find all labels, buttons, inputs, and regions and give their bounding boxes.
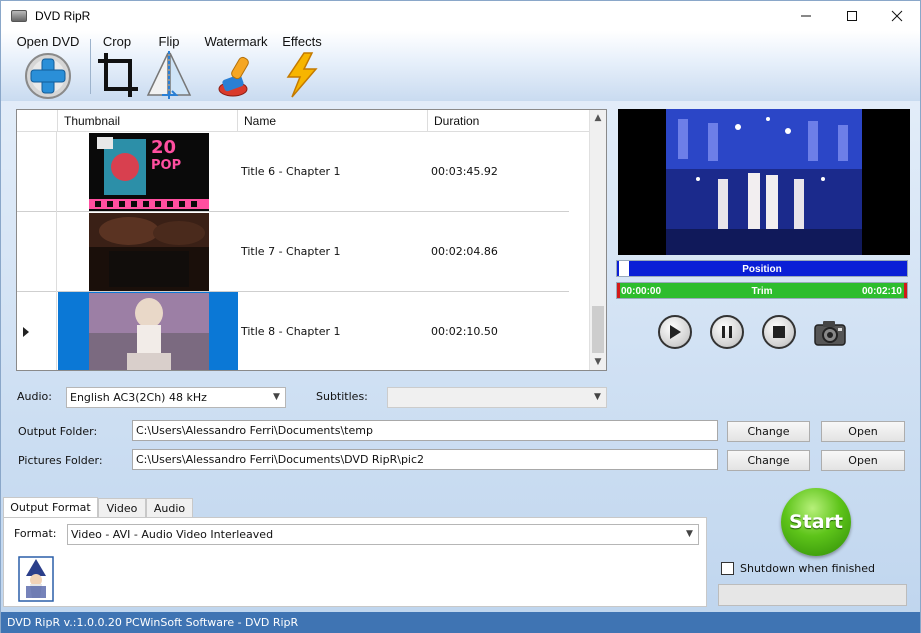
tab-output-format[interactable]: Output Format xyxy=(3,497,98,518)
thumbnail-image xyxy=(89,213,209,291)
row-selector[interactable] xyxy=(17,132,57,212)
thumbnail-cell: 20 POP xyxy=(58,132,238,212)
open-pictures-button[interactable]: Open xyxy=(821,450,905,471)
play-icon xyxy=(670,325,681,339)
pictures-folder-label: Pictures Folder: xyxy=(18,454,103,467)
watermark-button[interactable]: Watermark xyxy=(201,34,271,99)
format-value: Video - AVI - Audio Video Interleaved xyxy=(71,528,274,541)
start-label: Start xyxy=(788,511,844,533)
flip-icon xyxy=(146,51,192,99)
current-row-arrow-icon xyxy=(23,327,29,337)
row-name: Title 7 - Chapter 1 xyxy=(241,245,341,258)
tab-video[interactable]: Video xyxy=(98,498,146,518)
status-bar: DVD RipR v.:1.0.0.20 PCWinSoft Software … xyxy=(1,612,920,633)
change-pictures-button[interactable]: Change xyxy=(727,450,810,471)
audio-select[interactable]: English AC3(2Ch) 48 kHz ▼ xyxy=(66,387,286,408)
svg-text:POP: POP xyxy=(151,158,181,173)
grid-header-selector xyxy=(17,110,58,132)
chevron-down-icon: ▼ xyxy=(273,392,280,402)
crop-button[interactable]: Crop xyxy=(96,34,138,99)
row-duration: 00:02:10.50 xyxy=(431,325,498,338)
row-name: Title 6 - Chapter 1 xyxy=(241,165,341,178)
app-window: DVD RipR Open DVD Crop Flip Watermark Ef… xyxy=(0,0,921,633)
stamp-icon xyxy=(218,56,249,97)
change-output-button[interactable]: Change xyxy=(727,421,810,442)
crop-icon xyxy=(98,53,138,97)
thumbnail-cell xyxy=(58,292,238,370)
svg-text:20: 20 xyxy=(151,137,176,158)
scroll-thumb[interactable] xyxy=(592,306,604,353)
format-label: Format: xyxy=(14,527,57,540)
shutdown-label: Shutdown when finished xyxy=(740,562,876,575)
row-duration: 00:02:04.86 xyxy=(431,245,498,258)
trim-end-handle[interactable] xyxy=(904,283,907,298)
effects-label: Effects xyxy=(282,34,322,49)
thumbnail-image: 20 POP xyxy=(89,133,209,211)
shutdown-checkbox[interactable] xyxy=(721,562,734,575)
output-format-panel: Format: Video - AVI - Audio Video Interl… xyxy=(3,517,707,607)
column-name[interactable]: Name xyxy=(238,110,428,132)
open-dvd-label: Open DVD xyxy=(16,34,80,49)
close-icon[interactable] xyxy=(874,1,920,31)
chevron-down-icon: ▼ xyxy=(686,529,693,539)
start-button[interactable]: Start xyxy=(781,488,851,556)
table-row[interactable]: Title 7 - Chapter 1 00:02:04.86 xyxy=(17,212,569,292)
plus-disc-icon xyxy=(25,53,71,99)
trim-end-time: 00:02:10 xyxy=(861,286,902,297)
grid-scrollbar[interactable]: ▲ ▼ xyxy=(589,110,606,370)
open-dvd-button[interactable]: Open DVD xyxy=(15,34,81,99)
flip-label: Flip xyxy=(158,34,180,49)
audio-label: Audio: xyxy=(17,390,52,403)
video-preview xyxy=(618,109,910,255)
play-button[interactable] xyxy=(658,315,692,349)
row-selector[interactable] xyxy=(17,212,57,292)
scroll-down-icon[interactable]: ▼ xyxy=(590,354,606,370)
position-marker[interactable] xyxy=(619,261,629,276)
flip-button[interactable]: Flip xyxy=(146,34,192,99)
subtitles-select[interactable]: ▼ xyxy=(387,387,607,408)
trim-slider[interactable]: 00:00:00 Trim 00:02:10 xyxy=(616,282,908,299)
watermark-label: Watermark xyxy=(204,34,268,49)
output-folder-field[interactable]: C:\Users\Alessandro Ferri\Documents\temp xyxy=(132,420,718,441)
tab-audio[interactable]: Audio xyxy=(146,498,193,518)
scroll-up-icon[interactable]: ▲ xyxy=(590,110,606,126)
grid-header: Thumbnail Name Duration xyxy=(17,110,591,132)
effects-button[interactable]: Effects xyxy=(279,34,325,99)
window-title: DVD RipR xyxy=(35,9,91,23)
camera-icon[interactable] xyxy=(813,317,847,347)
pause-icon xyxy=(722,326,732,338)
audio-value: English AC3(2Ch) 48 kHz xyxy=(70,391,207,404)
table-row[interactable]: 20 POP Title 6 - Chapter 1 00:03:45.92 xyxy=(17,132,569,212)
row-duration: 00:03:45.92 xyxy=(431,165,498,178)
wizard-icon[interactable] xyxy=(18,556,54,602)
progress-bar xyxy=(718,584,907,606)
app-icon xyxy=(11,10,27,22)
thumbnail-cell xyxy=(58,212,238,292)
minimize-icon[interactable] xyxy=(783,1,829,31)
maximize-icon[interactable] xyxy=(829,1,875,31)
output-folder-label: Output Folder: xyxy=(18,425,98,438)
lightning-icon xyxy=(286,52,318,98)
chevron-down-icon: ▼ xyxy=(594,392,601,402)
stop-icon xyxy=(773,326,785,338)
subtitles-label: Subtitles: xyxy=(316,390,368,403)
pictures-folder-field[interactable]: C:\Users\Alessandro Ferri\Documents\DVD … xyxy=(132,449,718,470)
toolbar-separator xyxy=(90,39,91,94)
titles-grid: Thumbnail Name Duration 20 POP Title 6 -… xyxy=(16,109,607,371)
row-name: Title 8 - Chapter 1 xyxy=(241,325,341,338)
column-duration[interactable]: Duration xyxy=(428,110,568,132)
crop-label: Crop xyxy=(102,34,132,49)
pause-button[interactable] xyxy=(710,315,744,349)
thumbnail-image xyxy=(89,293,209,370)
format-select[interactable]: Video - AVI - Audio Video Interleaved ▼ xyxy=(67,524,699,545)
open-output-button[interactable]: Open xyxy=(821,421,905,442)
position-label: Position xyxy=(742,264,782,275)
column-thumbnail[interactable]: Thumbnail xyxy=(58,110,238,132)
stop-button[interactable] xyxy=(762,315,796,349)
position-slider[interactable]: Position xyxy=(616,260,908,277)
row-selector[interactable] xyxy=(17,292,57,370)
table-row[interactable]: Title 8 - Chapter 1 00:02:10.50 xyxy=(17,292,569,370)
